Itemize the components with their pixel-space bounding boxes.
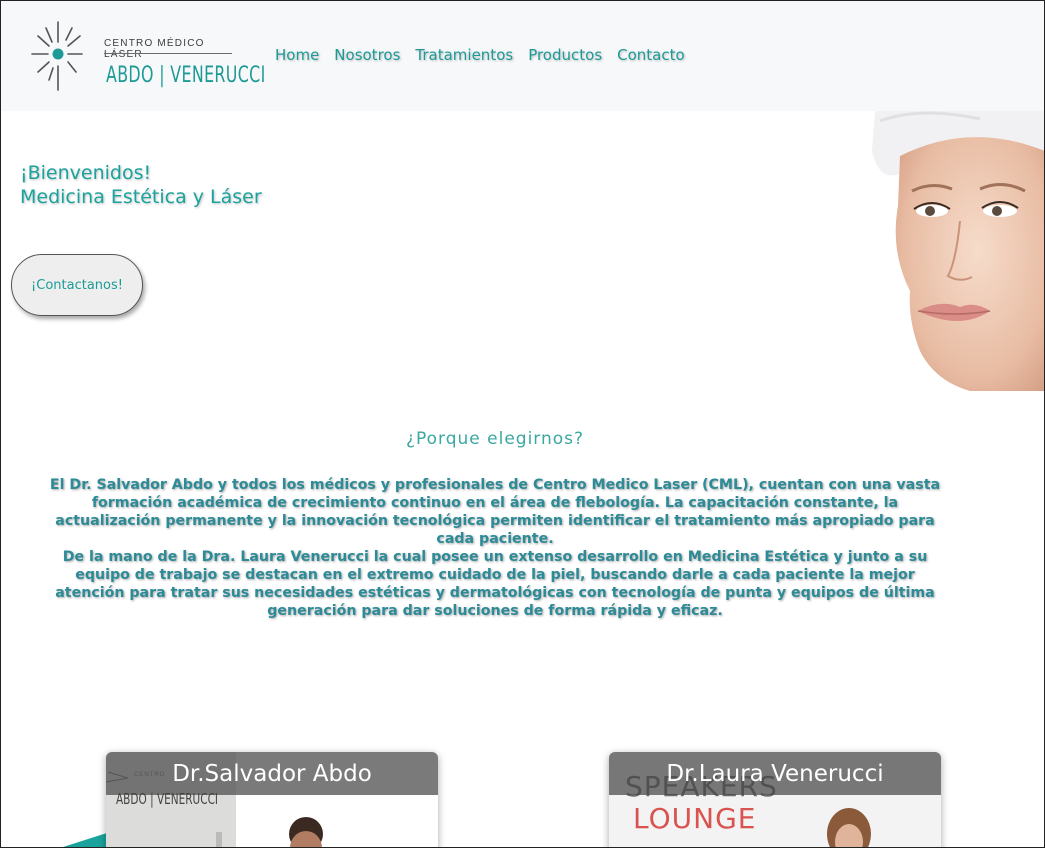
site-header: CENTRO MÉDICO LÁSER ABDO | VENERUCCI Hom… (0, 0, 1045, 111)
doctor-venerucci-name: Dr.Laura Venerucci (609, 752, 941, 795)
abdo-photo-sign-top: CENTRO (134, 772, 166, 778)
main-nav: Home Nosotros Tratamientos Productos Con… (275, 46, 685, 64)
nav-nosotros[interactable]: Nosotros (334, 46, 400, 64)
brand-logo[interactable]: CENTRO MÉDICO LÁSER ABDO | VENERUCCI (30, 20, 265, 95)
hero-welcome: ¡Bienvenidos! (20, 162, 152, 184)
why-choose-text: El Dr. Salvador Abdo y todos los médicos… (45, 476, 945, 620)
doctor-card-abdo[interactable]: CENTRO ABDO | VENERUCCI Dr.Salvador Abdo (106, 752, 438, 848)
nav-contacto[interactable]: Contacto (617, 46, 685, 64)
why-paragraph-2: De la mano de la Dra. Laura Venerucci la… (55, 549, 935, 619)
sun-logo-icon (31, 21, 83, 91)
brand-name: ABDO | VENERUCCI (106, 63, 266, 88)
doctor-card-venerucci[interactable]: SPEAKERS LOUNGE Dr.Laura Venerucci (609, 752, 941, 848)
nav-tratamientos[interactable]: Tratamientos (415, 46, 513, 64)
abdo-photo-sign-bottom: ABDO | VENERUCCI (116, 790, 219, 808)
hero-banner: ¡Bienvenidos! Medicina Estética y Láser … (0, 111, 1045, 391)
hero-heading: ¡Bienvenidos! Medicina Estética y Láser (20, 161, 262, 209)
nav-productos[interactable]: Productos (528, 46, 602, 64)
venerucci-photo-sign-bottom: LOUNGE (633, 802, 757, 835)
nav-home[interactable]: Home (275, 46, 319, 64)
hero-tagline: Medicina Estética y Láser (20, 186, 262, 208)
brand-divider (104, 53, 232, 54)
decorative-teal-shape (60, 832, 110, 848)
why-paragraph-1: El Dr. Salvador Abdo y todos los médicos… (49, 477, 941, 547)
hero-face-image (860, 111, 1045, 391)
brand-subtitle: CENTRO MÉDICO LÁSER (104, 38, 205, 60)
why-choose-heading: ¿Porque elegirnos? (405, 429, 585, 449)
contact-cta-button[interactable]: ¡Contactanos! (11, 254, 143, 316)
